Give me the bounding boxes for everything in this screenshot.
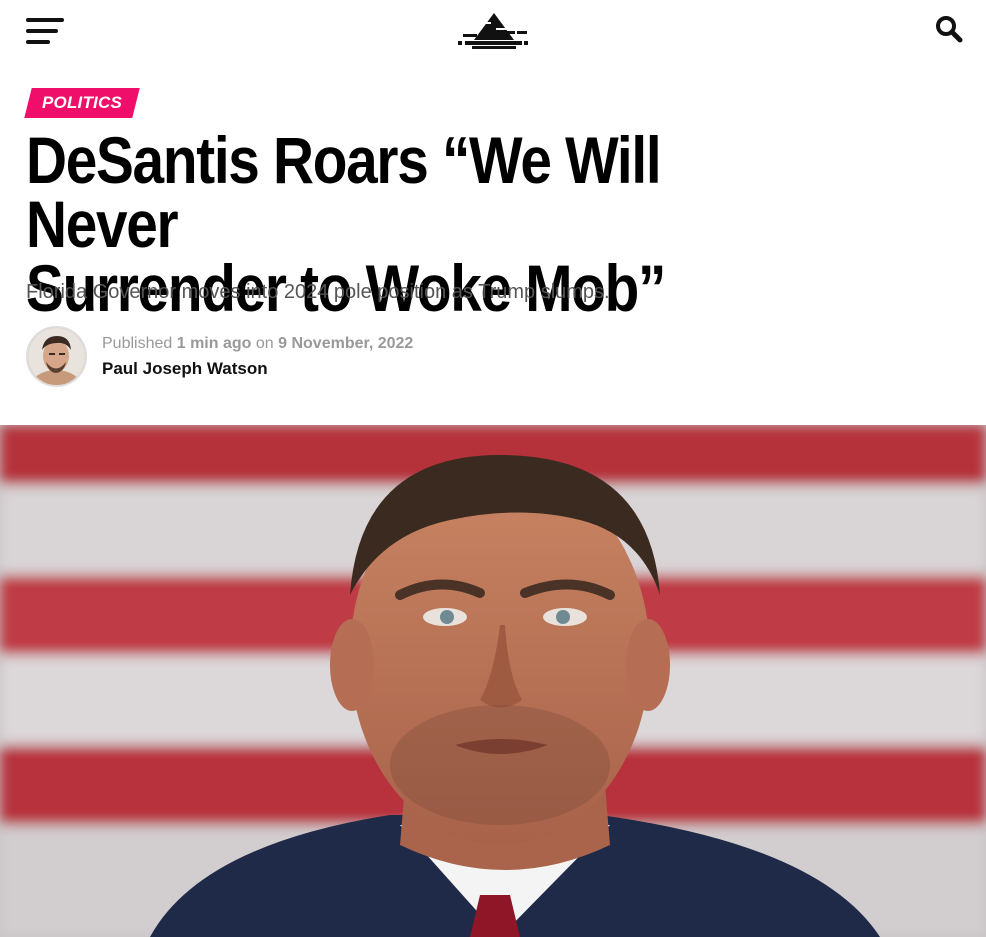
publish-meta: Published 1 min ago on 9 November, 2022 <box>102 335 413 353</box>
publish-date: 9 November, 2022 <box>278 335 414 352</box>
category-badge[interactable]: POLITICS <box>24 88 140 118</box>
hero-image <box>0 425 986 937</box>
byline: Published 1 min ago on 9 November, 2022 … <box>26 326 626 388</box>
top-navigation-bar <box>0 0 986 62</box>
headline-line-1: DeSantis Roars “We Will Never <box>26 123 662 261</box>
category-label: POLITICS <box>42 93 122 112</box>
site-logo-icon[interactable] <box>458 10 530 52</box>
article-subtitle: Florida Governor moves into 2024 pole po… <box>26 281 610 303</box>
author-avatar[interactable] <box>26 326 87 387</box>
relative-time: 1 min ago <box>176 335 252 352</box>
published-label: Published <box>102 335 173 352</box>
author-name-link[interactable]: Paul Joseph Watson <box>102 359 268 379</box>
hamburger-menu-icon[interactable] <box>26 16 66 46</box>
search-icon[interactable] <box>934 14 964 44</box>
on-label: on <box>255 335 274 352</box>
